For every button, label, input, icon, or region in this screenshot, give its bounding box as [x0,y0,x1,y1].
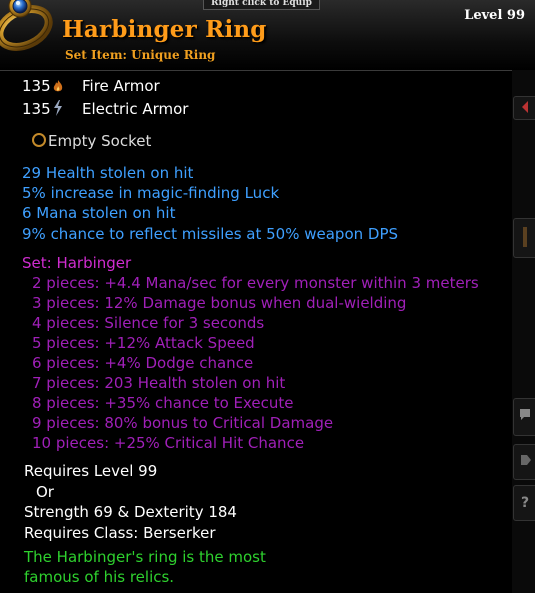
set-bonus: 6 pieces: +4% Dodge chance [32,354,254,372]
socket-ring-icon [32,133,46,147]
empty-socket: Empty Socket [32,132,151,150]
required-class: Requires Class: Berserker [24,524,216,542]
set-bonus: 9 pieces: 80% bonus to Critical Damage [32,414,334,432]
armor-row: 135 Fire Armor [22,77,160,97]
item-level: Level 99 [464,8,525,23]
ring-item-icon [0,0,53,51]
arrow-left-icon [522,101,528,113]
magic-stat: 9% chance to reflect missiles at 50% wea… [22,225,399,243]
equip-hint: Right click to Equip [203,0,320,10]
armor-label: Fire Armor [82,77,160,95]
set-bonus: 3 pieces: 12% Damage bonus when dual-wie… [32,294,407,312]
required-level: Requires Level 99 [24,462,158,480]
question-icon: ? [521,495,529,511]
set-bonus: 4 pieces: Silence for 3 seconds [32,314,265,332]
magic-stat: 6 Mana stolen on hit [22,204,176,222]
tab-handle-icon [523,227,527,247]
lightning-icon [52,100,82,120]
side-tab-button[interactable] [513,218,535,258]
set-bonus: 2 pieces: +4.4 Mana/sec for every monste… [32,274,479,292]
tag-button[interactable] [513,444,535,480]
armor-label: Electric Armor [82,100,189,118]
set-bonus: 10 pieces: +25% Critical Hit Chance [32,434,305,452]
item-name: Harbinger Ring [62,16,267,43]
armor-row: 135 Electric Armor [22,100,188,120]
requirement-or: Or [36,483,54,501]
tooltip-header: Right click to Equip Harbinger Ring Set … [0,0,535,71]
required-stats: Strength 69 & Dexterity 184 [24,503,237,521]
set-bonus: 8 pieces: +35% chance to Execute [32,394,294,412]
help-button[interactable]: ? [513,485,535,521]
flavor-text: famous of his relics. [24,568,175,586]
collapse-arrow-button[interactable] [513,96,535,120]
svg-text:?: ? [521,495,529,511]
flavor-text: The Harbinger's ring is the most [24,548,266,566]
set-bonus: 7 pieces: 203 Health stolen on hit [32,374,286,392]
tag-icon [521,455,531,465]
fire-icon [52,79,82,97]
armor-value: 135 [22,77,51,95]
chat-icon [520,409,530,420]
item-tooltip: Right click to Equip Harbinger Ring Set … [0,0,535,593]
item-type: Set Item: Unique Ring [65,48,216,62]
socket-label: Empty Socket [48,132,152,150]
tooltip-body: 135 Fire Armor 135 Electric Armor Empty So… [0,70,512,593]
magic-stat: 29 Health stolen on hit [22,164,194,182]
set-title: Set: Harbinger [22,254,132,272]
magic-stat: 5% increase in magic-finding Luck [22,184,280,202]
armor-value: 135 [22,100,51,118]
set-bonus: 5 pieces: +12% Attack Speed [32,334,255,352]
chat-button[interactable] [513,398,535,436]
